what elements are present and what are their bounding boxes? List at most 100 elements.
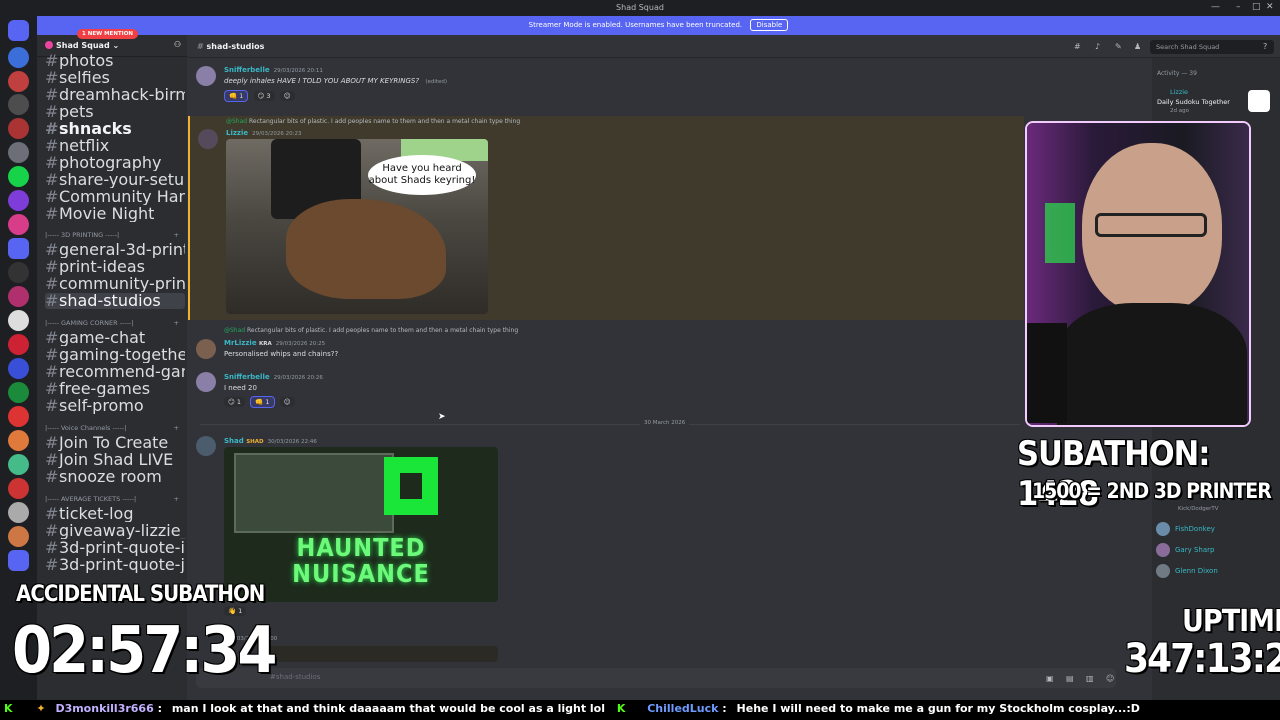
attachment-image[interactable] [260, 646, 498, 662]
add-channel-icon[interactable]: + [174, 319, 179, 327]
server-icon[interactable] [8, 382, 29, 403]
reply-text[interactable]: Rectangular bits of plastic. I add peopl… [249, 118, 520, 125]
member-item[interactable]: Gary Sharp [1156, 543, 1214, 557]
new-mention-badge[interactable]: 1 NEW MENTION [77, 29, 138, 39]
server-icon[interactable] [8, 190, 29, 211]
server-icon[interactable] [8, 166, 29, 187]
avatar[interactable] [196, 339, 216, 359]
avatar[interactable] [196, 436, 216, 456]
username[interactable]: Shad [224, 437, 244, 445]
server-icon[interactable] [8, 430, 29, 451]
message-input[interactable]: #shad-studios [196, 668, 1116, 688]
channel-item[interactable]: #photography [45, 155, 185, 171]
minimize-icon[interactable]: — [1211, 2, 1220, 12]
channel-item[interactable]: #free-games [45, 381, 185, 397]
avatar[interactable] [196, 66, 216, 86]
server-icon[interactable] [8, 118, 29, 139]
notification-bell-icon[interactable]: ♪ [1095, 42, 1100, 51]
server-icon[interactable] [8, 262, 29, 283]
channel-item[interactable]: #Join To Create [45, 435, 185, 451]
activity-game[interactable]: Daily Sudoku Together [1157, 98, 1230, 106]
attachment-image[interactable]: HAUNTED NUISANCE [224, 447, 498, 602]
disable-button[interactable]: Disable [750, 19, 789, 31]
server-icon[interactable] [8, 94, 29, 115]
category-header[interactable]: |----- Voice Channels -----| + [45, 424, 185, 432]
add-reaction-icon[interactable]: ☺ [279, 91, 295, 101]
threads-icon[interactable]: # [1074, 42, 1081, 51]
server-icon[interactable] [8, 502, 29, 523]
server-icon[interactable] [8, 310, 29, 331]
channel-item[interactable]: #netflix [45, 138, 185, 154]
reaction[interactable]: 😏 1 [224, 397, 245, 407]
avatar[interactable] [196, 372, 216, 392]
add-channel-icon[interactable]: + [174, 424, 179, 432]
category-header[interactable]: |----- GAMING CORNER -----| + [45, 319, 185, 327]
gift-icon[interactable]: ▣ [1046, 674, 1054, 683]
sticker-icon[interactable]: ▥ [1086, 674, 1094, 683]
username[interactable]: MrLizzie [224, 339, 257, 347]
help-icon[interactable]: ? [1263, 42, 1267, 51]
search-input[interactable]: Search Shad Squad [1150, 40, 1274, 54]
username[interactable]: Snifferbelle [224, 373, 270, 381]
channel-item[interactable]: #pets [45, 104, 185, 120]
activity-user[interactable]: Lizzie [1170, 88, 1188, 96]
add-channel-icon[interactable]: + [174, 231, 179, 239]
server-icon[interactable] [8, 334, 29, 355]
server-icon[interactable] [8, 142, 29, 163]
add-reaction-icon[interactable]: ☺ [279, 397, 295, 407]
channel-item[interactable]: #share-your-setup [45, 172, 185, 188]
channel-item[interactable]: #photos [45, 53, 185, 69]
channel-item[interactable]: #3d-print-quote-iamariver-18 [45, 540, 185, 556]
category-header[interactable]: |----- AVERAGE TICKETS -----| + [45, 495, 185, 503]
gif-icon[interactable]: ▤ [1066, 674, 1074, 683]
server-icon[interactable] [8, 454, 29, 475]
channel-item[interactable]: #ticket-log [45, 506, 185, 522]
invite-icon[interactable]: ⚇ [174, 40, 181, 49]
maximize-icon[interactable]: □ [1252, 2, 1261, 12]
channel-item[interactable]: #Movie Night [45, 206, 185, 222]
reaction[interactable]: 😏 3 [253, 91, 275, 101]
channel-item[interactable]: #print-ideas [45, 259, 185, 275]
channel-item[interactable]: #shad-studios [45, 293, 185, 309]
channel-item[interactable]: #selfies [45, 70, 185, 86]
server-icon[interactable] [8, 406, 29, 427]
game-thumbnail[interactable] [1248, 90, 1270, 112]
username[interactable]: Snifferbelle [224, 66, 270, 74]
member-item[interactable]: FishDonkey [1156, 522, 1215, 536]
channel-item[interactable]: #gaming-together [45, 347, 185, 363]
emoji-icon[interactable]: ☺ [1106, 674, 1114, 683]
avatar[interactable] [198, 129, 218, 149]
channel-item[interactable]: #general-3d-print-chat [45, 242, 185, 258]
folder-icon[interactable] [8, 550, 29, 571]
server-icon[interactable] [8, 478, 29, 499]
channel-item[interactable]: #Community Hang Out [45, 189, 185, 205]
channel-item[interactable]: #recommend-games [45, 364, 185, 380]
server-icon[interactable] [8, 47, 29, 68]
channel-item[interactable]: #Join Shad LIVE [45, 452, 185, 468]
reaction[interactable]: 👊 1 [250, 396, 275, 408]
channel-item[interactable]: #dreamhack-birmingham [45, 87, 185, 103]
add-channel-icon[interactable]: + [174, 495, 179, 503]
channel-item[interactable]: #shnacks [45, 121, 185, 137]
close-icon[interactable]: ✕ [1266, 2, 1274, 12]
channel-item[interactable]: #game-chat [45, 330, 185, 346]
channel-item[interactable]: #community-prints [45, 276, 185, 292]
reply-user[interactable]: @Shad [224, 327, 245, 334]
server-icon[interactable] [8, 286, 29, 307]
reply-user[interactable]: @Shad [226, 118, 247, 125]
channel-item[interactable]: #giveaway-lizzie_bifa-17 [45, 523, 185, 539]
pin-icon[interactable]: ✎ [1115, 42, 1122, 51]
channel-item[interactable]: #self-promo [45, 398, 185, 414]
server-icon[interactable] [8, 71, 29, 92]
server-icon[interactable] [8, 358, 29, 379]
server-icon[interactable] [8, 526, 29, 547]
reply-text[interactable]: Rectangular bits of plastic. I add peopl… [247, 327, 518, 334]
member-item[interactable]: Glenn Dixon [1156, 564, 1218, 578]
discord-home-icon[interactable] [8, 20, 29, 41]
attachment-image[interactable]: Have you heard about Shads keyring! [226, 139, 488, 314]
channel-item[interactable]: #3d-print-quote-jaydeeplayz-20 [45, 557, 185, 573]
reaction[interactable]: 👊 1 [224, 90, 249, 102]
category-header[interactable]: |----- 3D PRINTING -----| + [45, 231, 185, 239]
minimize-button[interactable]: – [1236, 2, 1241, 12]
server-icon[interactable] [8, 214, 29, 235]
